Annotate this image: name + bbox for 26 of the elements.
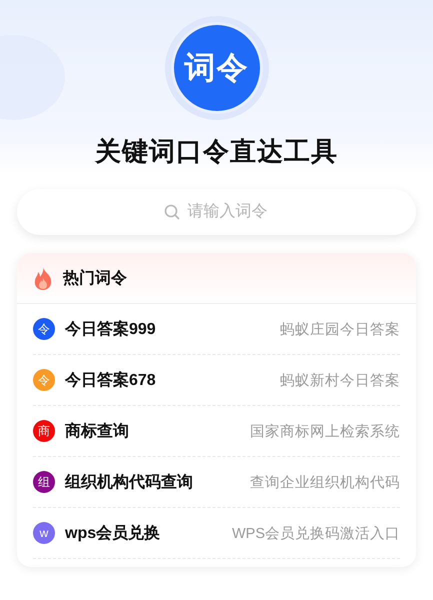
item-badge: 令 — [33, 369, 55, 391]
item-name: 今日答案999 — [65, 319, 156, 340]
hot-item[interactable]: 令 今日答案999 蚂蚁庄园今日答案 — [33, 304, 400, 355]
item-name: 今日答案678 — [65, 370, 156, 390]
item-description: 查询企业组织机构代码 — [250, 474, 400, 492]
item-badge: 令 — [33, 318, 55, 340]
hot-item[interactable]: w wps会员兑换 WPS会员兑换码激活入口 — [33, 508, 400, 559]
hot-item[interactable]: 商 商标查询 国家商标网上检索系统 — [33, 406, 400, 457]
page-title: 关键词口令直达工具 — [95, 135, 338, 168]
item-name: wps会员兑换 — [65, 524, 160, 544]
item-description: 蚂蚁庄园今日答案 — [280, 320, 400, 338]
flame-icon — [33, 266, 53, 290]
section-title: 热门词令 — [63, 268, 127, 288]
hot-item[interactable]: 组 组织机构代码查询 查询企业组织机构代码 — [33, 457, 400, 508]
item-badge: 商 — [33, 420, 55, 442]
item-description: 蚂蚁新村今日答案 — [280, 372, 400, 390]
item-description: WPS会员兑换码激活入口 — [232, 524, 400, 542]
item-badge: w — [33, 522, 55, 544]
search-field[interactable]: 请输入词令 — [17, 189, 416, 235]
item-badge: 组 — [33, 471, 55, 493]
app-logo: 词令 — [174, 25, 260, 111]
search-icon — [164, 204, 180, 220]
item-name: 组织机构代码查询 — [65, 472, 193, 492]
item-description: 国家商标网上检索系统 — [250, 422, 400, 440]
hot-item[interactable]: 令 今日答案678 蚂蚁新村今日答案 — [33, 355, 400, 406]
item-name: 商标查询 — [65, 421, 129, 442]
